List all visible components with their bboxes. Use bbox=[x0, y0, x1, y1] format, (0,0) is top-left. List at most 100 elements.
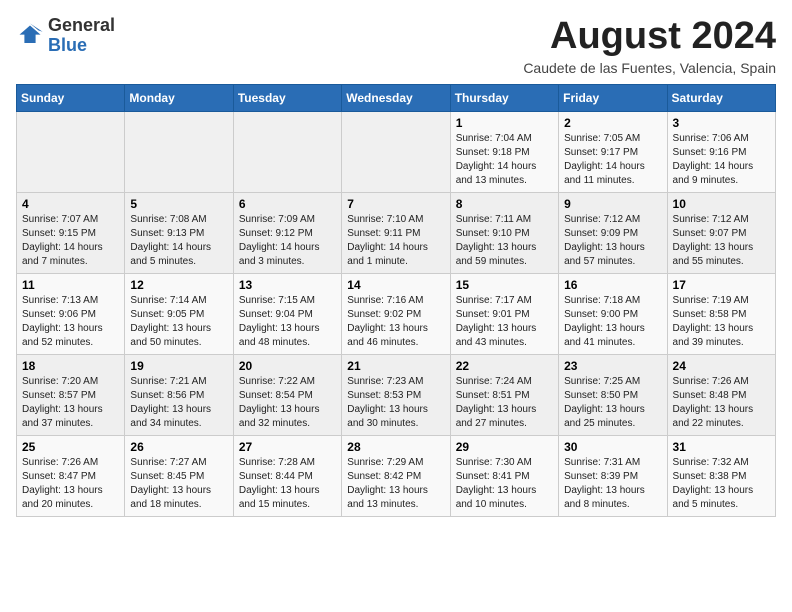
day-number: 7 bbox=[347, 197, 444, 211]
calendar-cell: 27 Sunrise: 7:28 AM Sunset: 8:44 PM Dayli… bbox=[233, 435, 341, 516]
calendar-cell: 6 Sunrise: 7:09 AM Sunset: 9:12 PM Daylig… bbox=[233, 192, 341, 273]
day-number: 31 bbox=[673, 440, 770, 454]
day-number: 8 bbox=[456, 197, 553, 211]
calendar-cell: 26 Sunrise: 7:27 AM Sunset: 8:45 PM Dayli… bbox=[125, 435, 233, 516]
day-number: 28 bbox=[347, 440, 444, 454]
calendar-cell: 28 Sunrise: 7:29 AM Sunset: 8:42 PM Dayli… bbox=[342, 435, 450, 516]
calendar-week-row: 25 Sunrise: 7:26 AM Sunset: 8:47 PM Dayli… bbox=[17, 435, 776, 516]
day-number: 11 bbox=[22, 278, 119, 292]
calendar-cell bbox=[342, 111, 450, 192]
month-title: August 2024 bbox=[523, 16, 776, 58]
calendar-cell: 16Sunrise: 7:18 AM Sunset: 9:00 PM Dayli… bbox=[559, 273, 667, 354]
calendar-week-row: 11 Sunrise: 7:13 AM Sunset: 9:06 PM Dayli… bbox=[17, 273, 776, 354]
weekday-header: Thursday bbox=[450, 84, 558, 111]
day-number: 22 bbox=[456, 359, 553, 373]
calendar-cell: 12 Sunrise: 7:14 AM Sunset: 9:05 PM Dayli… bbox=[125, 273, 233, 354]
weekday-header-row: SundayMondayTuesdayWednesdayThursdayFrid… bbox=[17, 84, 776, 111]
day-info: Sunrise: 7:25 AM Sunset: 8:50 PM Dayligh… bbox=[564, 375, 661, 431]
day-info: Sunrise: 7:19 AM Sunset: 8:58 PM Dayligh… bbox=[673, 294, 770, 350]
location: Caudete de las Fuentes, Valencia, Spain bbox=[523, 60, 776, 76]
day-number: 21 bbox=[347, 359, 444, 373]
day-number: 24 bbox=[673, 359, 770, 373]
calendar-cell: 11 Sunrise: 7:13 AM Sunset: 9:06 PM Dayli… bbox=[17, 273, 125, 354]
day-number: 15 bbox=[456, 278, 553, 292]
day-info: Sunrise: 7:10 AM Sunset: 9:11 PM Dayligh… bbox=[347, 213, 444, 269]
day-number: 30 bbox=[564, 440, 661, 454]
weekday-header: Saturday bbox=[667, 84, 775, 111]
weekday-header: Tuesday bbox=[233, 84, 341, 111]
calendar-cell: 23 Sunrise: 7:25 AM Sunset: 8:50 PM Dayli… bbox=[559, 354, 667, 435]
calendar-cell: 9Sunrise: 7:12 AM Sunset: 9:09 PM Daylig… bbox=[559, 192, 667, 273]
day-number: 1 bbox=[456, 116, 553, 130]
day-number: 27 bbox=[239, 440, 336, 454]
title-block: August 2024 Caudete de las Fuentes, Vale… bbox=[523, 16, 776, 76]
day-number: 29 bbox=[456, 440, 553, 454]
day-number: 3 bbox=[673, 116, 770, 130]
day-info: Sunrise: 7:24 AM Sunset: 8:51 PM Dayligh… bbox=[456, 375, 553, 431]
day-number: 14 bbox=[347, 278, 444, 292]
day-number: 25 bbox=[22, 440, 119, 454]
day-info: Sunrise: 7:30 AM Sunset: 8:41 PM Dayligh… bbox=[456, 456, 553, 512]
day-number: 19 bbox=[130, 359, 227, 373]
calendar-cell: 5 Sunrise: 7:08 AM Sunset: 9:13 PM Daylig… bbox=[125, 192, 233, 273]
calendar-cell bbox=[125, 111, 233, 192]
calendar-cell: 29 Sunrise: 7:30 AM Sunset: 8:41 PM Dayli… bbox=[450, 435, 558, 516]
day-info: Sunrise: 7:04 AM Sunset: 9:18 PM Dayligh… bbox=[456, 132, 553, 188]
calendar-week-row: 4Sunrise: 7:07 AM Sunset: 9:15 PM Daylig… bbox=[17, 192, 776, 273]
day-number: 10 bbox=[673, 197, 770, 211]
day-info: Sunrise: 7:26 AM Sunset: 8:48 PM Dayligh… bbox=[673, 375, 770, 431]
day-info: Sunrise: 7:28 AM Sunset: 8:44 PM Dayligh… bbox=[239, 456, 336, 512]
day-info: Sunrise: 7:08 AM Sunset: 9:13 PM Dayligh… bbox=[130, 213, 227, 269]
day-info: Sunrise: 7:29 AM Sunset: 8:42 PM Dayligh… bbox=[347, 456, 444, 512]
calendar-cell: 21 Sunrise: 7:23 AM Sunset: 8:53 PM Dayli… bbox=[342, 354, 450, 435]
calendar-cell: 15 Sunrise: 7:17 AM Sunset: 9:01 PM Dayli… bbox=[450, 273, 558, 354]
calendar-cell: 18Sunrise: 7:20 AM Sunset: 8:57 PM Dayli… bbox=[17, 354, 125, 435]
day-info: Sunrise: 7:22 AM Sunset: 8:54 PM Dayligh… bbox=[239, 375, 336, 431]
calendar-cell: 25 Sunrise: 7:26 AM Sunset: 8:47 PM Dayli… bbox=[17, 435, 125, 516]
calendar-cell: 2Sunrise: 7:05 AM Sunset: 9:17 PM Daylig… bbox=[559, 111, 667, 192]
day-info: Sunrise: 7:16 AM Sunset: 9:02 PM Dayligh… bbox=[347, 294, 444, 350]
calendar-cell: 24 Sunrise: 7:26 AM Sunset: 8:48 PM Dayli… bbox=[667, 354, 775, 435]
calendar-cell bbox=[233, 111, 341, 192]
day-number: 17 bbox=[673, 278, 770, 292]
logo-text: General Blue bbox=[48, 16, 115, 56]
logo: General Blue bbox=[16, 16, 115, 56]
day-info: Sunrise: 7:27 AM Sunset: 8:45 PM Dayligh… bbox=[130, 456, 227, 512]
day-number: 2 bbox=[564, 116, 661, 130]
weekday-header: Sunday bbox=[17, 84, 125, 111]
calendar-cell: 17 Sunrise: 7:19 AM Sunset: 8:58 PM Dayli… bbox=[667, 273, 775, 354]
day-number: 26 bbox=[130, 440, 227, 454]
day-number: 13 bbox=[239, 278, 336, 292]
calendar-week-row: 1 Sunrise: 7:04 AM Sunset: 9:18 PM Daylig… bbox=[17, 111, 776, 192]
day-info: Sunrise: 7:26 AM Sunset: 8:47 PM Dayligh… bbox=[22, 456, 119, 512]
day-info: Sunrise: 7:15 AM Sunset: 9:04 PM Dayligh… bbox=[239, 294, 336, 350]
calendar-cell: 30 Sunrise: 7:31 AM Sunset: 8:39 PM Dayli… bbox=[559, 435, 667, 516]
day-info: Sunrise: 7:09 AM Sunset: 9:12 PM Dayligh… bbox=[239, 213, 336, 269]
day-number: 5 bbox=[130, 197, 227, 211]
calendar-cell: 14 Sunrise: 7:16 AM Sunset: 9:02 PM Dayli… bbox=[342, 273, 450, 354]
day-number: 16 bbox=[564, 278, 661, 292]
day-number: 6 bbox=[239, 197, 336, 211]
day-number: 9 bbox=[564, 197, 661, 211]
day-number: 12 bbox=[130, 278, 227, 292]
weekday-header: Monday bbox=[125, 84, 233, 111]
calendar-cell: 1 Sunrise: 7:04 AM Sunset: 9:18 PM Daylig… bbox=[450, 111, 558, 192]
day-number: 23 bbox=[564, 359, 661, 373]
calendar-cell: 8 Sunrise: 7:11 AM Sunset: 9:10 PM Daylig… bbox=[450, 192, 558, 273]
day-info: Sunrise: 7:31 AM Sunset: 8:39 PM Dayligh… bbox=[564, 456, 661, 512]
calendar-cell: 7 Sunrise: 7:10 AM Sunset: 9:11 PM Daylig… bbox=[342, 192, 450, 273]
day-info: Sunrise: 7:32 AM Sunset: 8:38 PM Dayligh… bbox=[673, 456, 770, 512]
day-info: Sunrise: 7:13 AM Sunset: 9:06 PM Dayligh… bbox=[22, 294, 119, 350]
day-info: Sunrise: 7:11 AM Sunset: 9:10 PM Dayligh… bbox=[456, 213, 553, 269]
weekday-header: Wednesday bbox=[342, 84, 450, 111]
day-info: Sunrise: 7:14 AM Sunset: 9:05 PM Dayligh… bbox=[130, 294, 227, 350]
day-number: 4 bbox=[22, 197, 119, 211]
logo-blue: Blue bbox=[48, 35, 87, 55]
logo-general: General bbox=[48, 15, 115, 35]
calendar-cell: 3Sunrise: 7:06 AM Sunset: 9:16 PM Daylig… bbox=[667, 111, 775, 192]
day-info: Sunrise: 7:23 AM Sunset: 8:53 PM Dayligh… bbox=[347, 375, 444, 431]
calendar-cell bbox=[17, 111, 125, 192]
calendar-cell: 22 Sunrise: 7:24 AM Sunset: 8:51 PM Dayli… bbox=[450, 354, 558, 435]
calendar-cell: 31 Sunrise: 7:32 AM Sunset: 8:38 PM Dayli… bbox=[667, 435, 775, 516]
day-info: Sunrise: 7:17 AM Sunset: 9:01 PM Dayligh… bbox=[456, 294, 553, 350]
